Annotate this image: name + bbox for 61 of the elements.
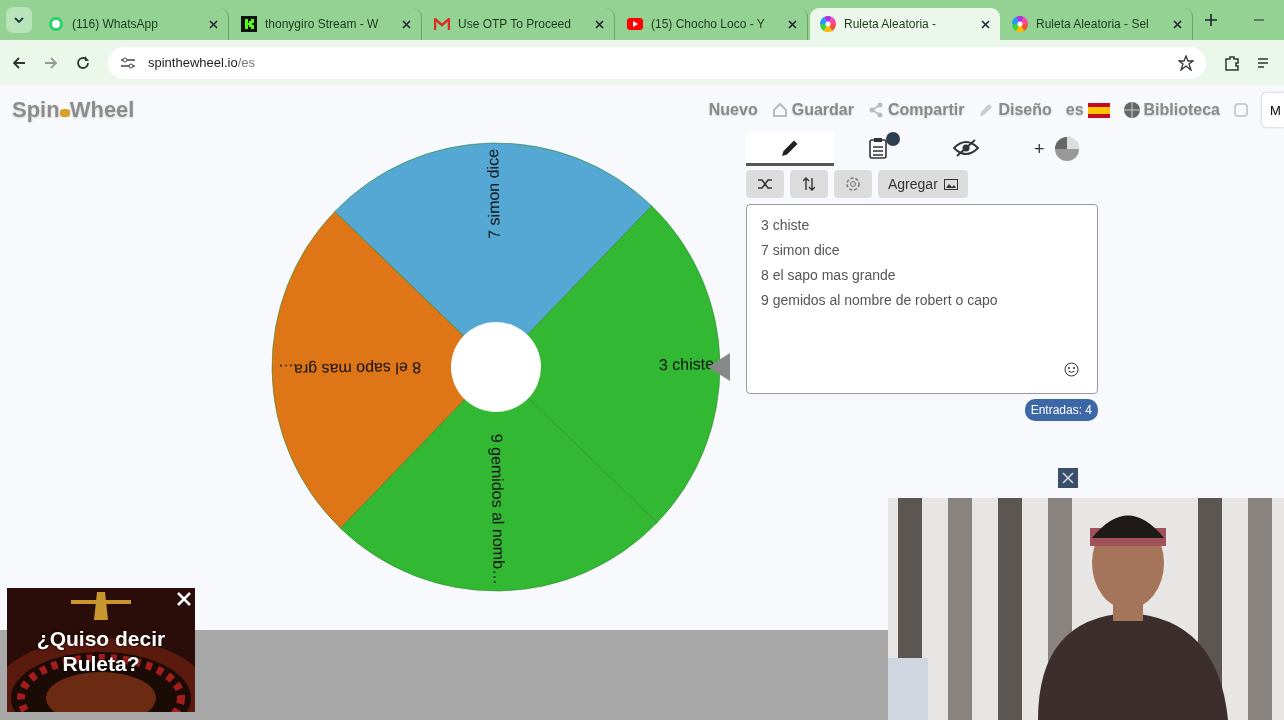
sort-icon [803, 177, 815, 191]
wheel-label: 3 chiste [658, 355, 715, 374]
entry-count: Entradas: 4 [1024, 399, 1098, 421]
tab-search-button[interactable] [6, 7, 32, 33]
chevron-down-icon [14, 17, 24, 23]
spinning-wheel[interactable]: 3 chiste 9 gemidos al nomb… 8 el sapo mas gra… 7 simon dice [270, 141, 742, 601]
badge-icon [886, 132, 900, 146]
menu-button[interactable]: M [1262, 93, 1284, 127]
ad-text: ¿Quiso decir Ruleta? [35, 626, 167, 676]
address-bar[interactable]: spinthewheel.io/es [108, 46, 1206, 79]
color-wheel-icon [820, 16, 836, 32]
globe-icon [1123, 102, 1140, 118]
play-icon [627, 18, 643, 30]
forward-icon[interactable] [44, 55, 58, 70]
add-wheel-button[interactable]: + [1028, 136, 1085, 162]
home-icon [771, 102, 788, 118]
add-image-button[interactable]: Agregar [878, 170, 968, 198]
logo-mark-icon [59, 109, 70, 117]
entries-field[interactable]: 3 chiste 7 simon dice 8 el sapo mas grande 9 gemidos al nombre de robert o capo [746, 204, 1098, 394]
entry-text: 3 chiste [761, 216, 811, 235]
back-icon[interactable] [12, 55, 26, 70]
site-settings-icon [120, 55, 136, 70]
close-icon[interactable] [788, 19, 797, 29]
shuffle-icon [758, 178, 772, 190]
close-button[interactable] [177, 592, 191, 606]
wheel-thumbnail-icon [1054, 137, 1079, 161]
eye-slash-icon [953, 137, 979, 158]
emoji-icon[interactable] [1064, 362, 1079, 377]
clipboard-icon [868, 136, 888, 159]
share-icon [867, 102, 884, 118]
gear-icon [845, 176, 861, 192]
entry-text: 7 simon dice [761, 241, 841, 260]
image-icon [943, 178, 958, 190]
pencil-icon [978, 102, 995, 118]
reload-icon[interactable] [76, 55, 90, 70]
close-icon[interactable] [1173, 19, 1182, 29]
url-text: spinthewheel.io/es [148, 55, 255, 70]
sort-button[interactable] [790, 170, 828, 198]
entry-text: 8 el sapo mas grande [761, 266, 897, 285]
close-icon[interactable] [595, 19, 604, 29]
chat-icon [48, 16, 64, 32]
puzzle-icon[interactable] [1224, 54, 1240, 71]
editor-tab[interactable] [746, 132, 834, 166]
star-icon[interactable] [1178, 54, 1194, 71]
close-icon[interactable] [209, 19, 218, 29]
wheel-label: 7 simon dice [484, 148, 503, 239]
wheel-label: 9 gemidos al nomb… [488, 433, 508, 586]
k-logo-icon [241, 16, 257, 32]
close-icon [177, 592, 191, 606]
flag-icon [1087, 102, 1110, 118]
close-icon [1062, 472, 1074, 484]
wheel-label: 8 el sapo mas gra… [277, 359, 422, 379]
mail-icon [434, 18, 450, 30]
close-icon[interactable] [402, 19, 411, 29]
ai-button[interactable] [834, 170, 872, 198]
entry-text: 9 gemidos al nombre de robert o capo [761, 291, 999, 310]
browser-tab[interactable]: Ruleta Aleatoria - [810, 8, 1000, 40]
color-wheel-icon [1012, 16, 1028, 32]
plus-icon[interactable] [1205, 14, 1217, 26]
shuffle-button[interactable] [746, 170, 784, 198]
close-icon[interactable] [981, 19, 990, 29]
